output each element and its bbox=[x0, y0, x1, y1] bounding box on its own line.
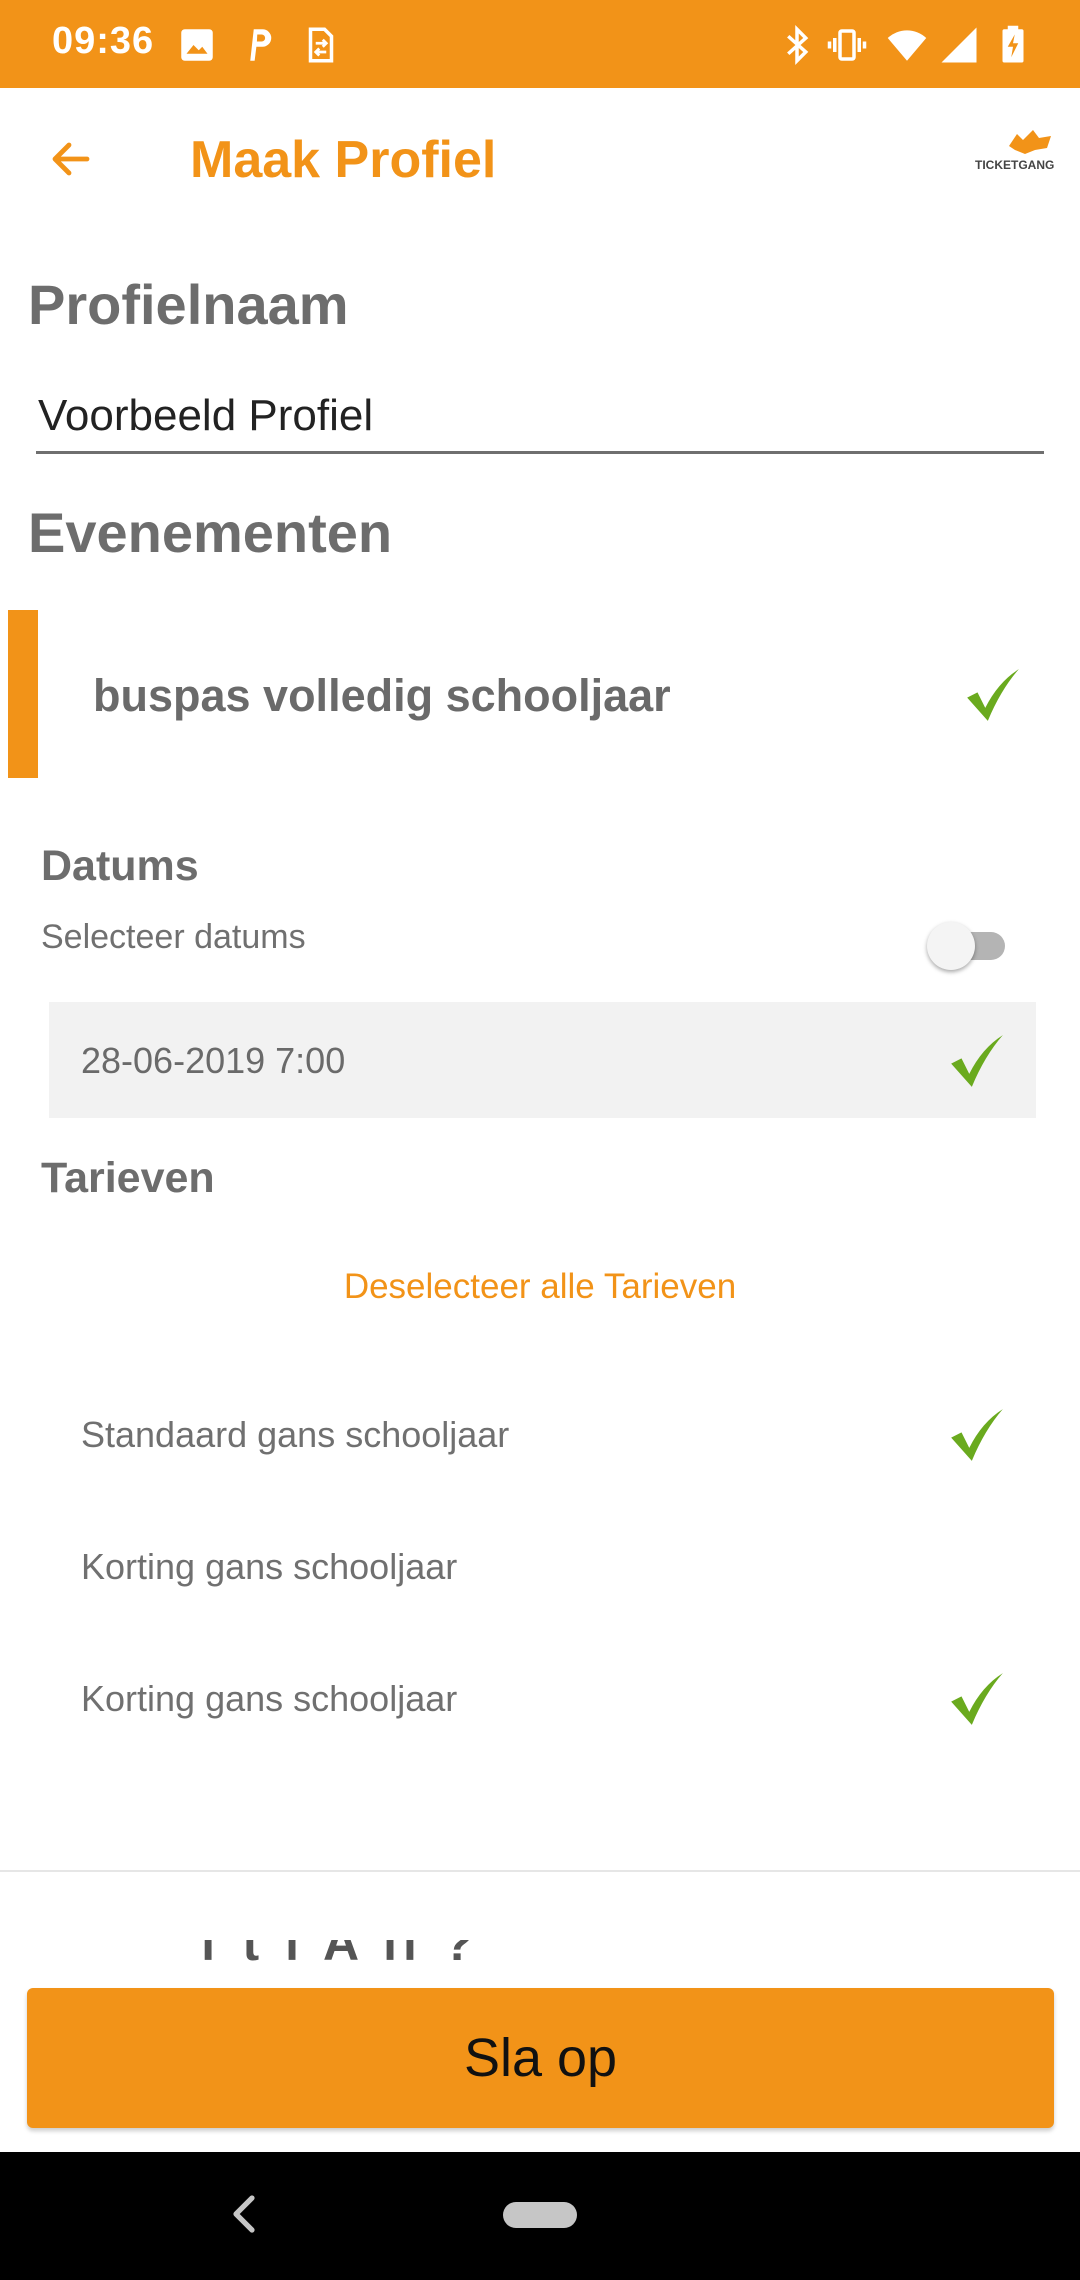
app-bar: Maak Profiel TICKETGANG bbox=[0, 88, 1080, 238]
arrow-back-icon bbox=[52, 142, 90, 176]
status-time: 09:36 bbox=[52, 20, 155, 62]
logo-shape-icon bbox=[1009, 130, 1051, 154]
vibrate-icon bbox=[827, 29, 867, 61]
dates-heading: Datums bbox=[41, 842, 199, 890]
tariff-item[interactable]: Standaard gans schooljaar bbox=[0, 1374, 1080, 1494]
page-title: Maak Profiel bbox=[190, 131, 497, 189]
tariff-label: Standaard gans schooljaar bbox=[81, 1414, 510, 1455]
back-button[interactable] bbox=[36, 124, 106, 194]
checkmark-icon bbox=[951, 1673, 1003, 1725]
event-selected-indicator bbox=[8, 610, 38, 778]
partial-text: f t l A ll ? bbox=[200, 1940, 900, 1964]
checkmark-icon bbox=[967, 669, 1019, 721]
signal-icon bbox=[941, 27, 977, 63]
partially-hidden-text: f t l A ll ? bbox=[200, 1940, 900, 1964]
tariff-item[interactable]: Korting gans schooljaar bbox=[0, 1638, 1080, 1758]
save-button[interactable]: Sla op bbox=[27, 1988, 1054, 2128]
event-name: buspas volledig schooljaar bbox=[93, 670, 671, 721]
deselect-all-tariffs-link[interactable]: Deselecteer alle Tarieven bbox=[0, 1267, 1080, 1307]
checkmark-icon bbox=[951, 1035, 1003, 1087]
tariff-item[interactable]: Korting gans schooljaar bbox=[0, 1506, 1080, 1626]
nav-home-pill[interactable] bbox=[503, 2202, 577, 2228]
section-divider bbox=[0, 1870, 1080, 1872]
logo-text: TICKETGANG bbox=[975, 158, 1055, 172]
tariffs-heading: Tarieven bbox=[41, 1154, 215, 1202]
nav-back-icon[interactable] bbox=[228, 2192, 260, 2236]
battery-charging-icon bbox=[1002, 25, 1024, 63]
wifi-icon bbox=[887, 30, 927, 61]
checkmark-icon bbox=[951, 1409, 1003, 1461]
event-item[interactable]: buspas volledig schooljaar bbox=[0, 608, 1080, 778]
image-icon bbox=[181, 29, 213, 61]
date-item[interactable]: 28-06-2019 7:00 bbox=[49, 1002, 1036, 1118]
ticketgang-logo: TICKETGANG bbox=[975, 128, 1065, 178]
save-button-label: Sla op bbox=[463, 2028, 618, 2088]
date-label: 28-06-2019 7:00 bbox=[81, 1040, 346, 1081]
system-nav-bar bbox=[0, 2152, 1080, 2280]
tariff-label: Korting gans schooljaar bbox=[81, 1546, 458, 1587]
events-heading: Evenementen bbox=[28, 501, 393, 564]
toggle-thumb bbox=[927, 922, 975, 970]
transfer-icon bbox=[308, 27, 334, 63]
select-dates-label: Selecteer datums bbox=[41, 918, 306, 956]
bluetooth-icon bbox=[787, 25, 809, 65]
profile-name-heading: Profielnaam bbox=[28, 273, 349, 336]
status-bar: 09:36 bbox=[0, 0, 1080, 88]
tariff-label: Korting gans schooljaar bbox=[81, 1678, 458, 1719]
parking-icon bbox=[250, 29, 272, 61]
select-dates-toggle[interactable] bbox=[927, 918, 1011, 970]
profile-name-input[interactable] bbox=[36, 380, 1044, 454]
